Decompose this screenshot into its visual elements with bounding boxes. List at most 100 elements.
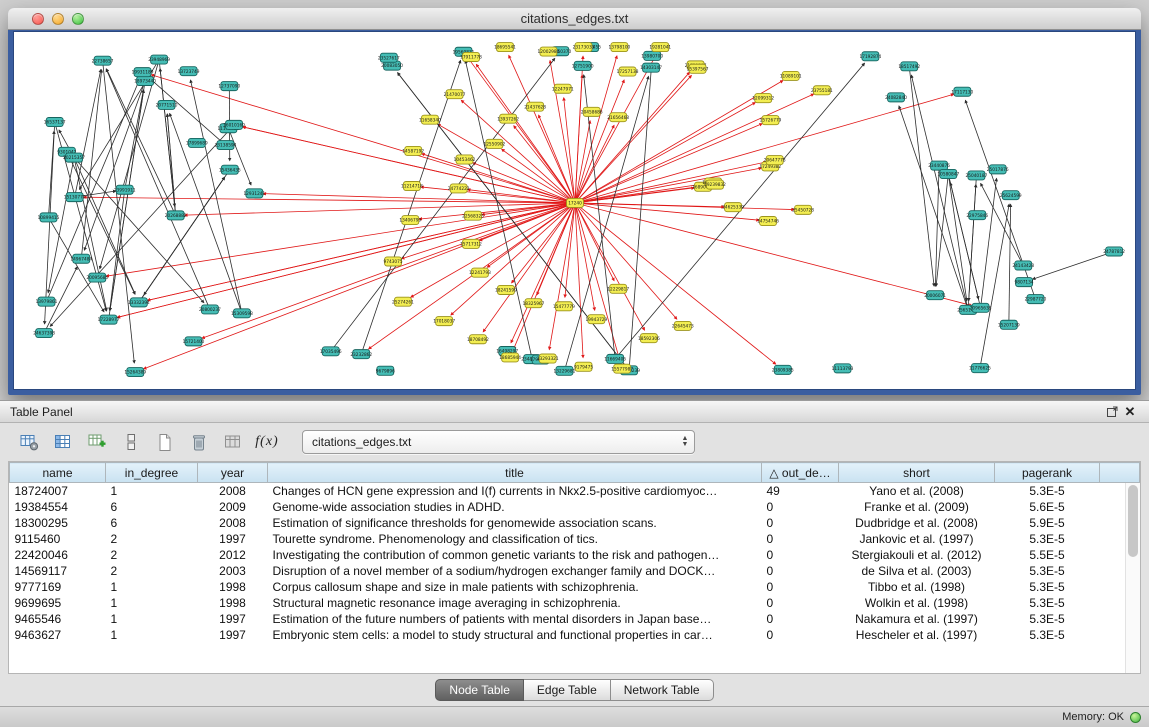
graph-node[interactable]: 21656468	[607, 113, 629, 122]
graph-node[interactable]: 18592306	[638, 334, 660, 343]
scrollbar-thumb[interactable]	[1128, 485, 1138, 557]
graph-node[interactable]: 17228977	[98, 315, 120, 324]
table-row[interactable]: 969969511998Structural magnetic resonanc…	[10, 595, 1140, 611]
graph-node[interactable]: 16010169	[223, 120, 245, 129]
graph-node[interactable]: 19943729	[585, 315, 607, 324]
table-row[interactable]: 1938455462009Genome-wide association stu…	[10, 499, 1140, 515]
graph-node[interactable]: 15130770	[64, 193, 86, 202]
graph-node[interactable]: 24625339	[722, 203, 744, 212]
graph-node[interactable]: 11658340	[419, 115, 441, 124]
rows-icon[interactable]	[118, 430, 144, 454]
graph-node[interactable]: 20965638	[970, 303, 992, 312]
graph-node[interactable]: 9807134	[1015, 278, 1034, 287]
graph-node[interactable]: 24637398	[33, 329, 55, 338]
column-header-short[interactable]: short	[839, 463, 995, 483]
graph-node[interactable]: 14967484	[70, 254, 92, 263]
graph-node[interactable]: 20006071	[924, 291, 946, 300]
graph-node[interactable]: 23173033	[573, 43, 595, 52]
graph-node[interactable]: 15577987	[611, 364, 633, 373]
graph-node[interactable]: 22987720	[1025, 295, 1047, 304]
show-columns-icon[interactable]	[50, 430, 76, 454]
graph-node[interactable]: 17257138	[617, 67, 639, 76]
graph-node[interactable]: 17899689	[186, 138, 208, 147]
graph-node[interactable]: 13723749	[178, 67, 200, 76]
table-row[interactable]: 911546021997Tourette syndrome. Phenomeno…	[10, 531, 1140, 547]
graph-node[interactable]: 25624599	[1000, 191, 1022, 200]
column-header-year[interactable]: year	[198, 463, 268, 483]
graph-node[interactable]: 22645473	[672, 321, 694, 330]
graph-node[interactable]: 23527617	[378, 53, 400, 62]
network-canvas[interactable]: 2077151013332394239919111653713715721400…	[14, 32, 1135, 389]
graph-node[interactable]: 9179475	[574, 362, 593, 371]
graph-node[interactable]: 24787812	[1103, 247, 1125, 256]
graph-node[interactable]: 15726779	[760, 116, 782, 125]
graph-node[interactable]: 12247971	[552, 84, 574, 93]
graph-node[interactable]: 18973440	[134, 76, 156, 85]
graph-node[interactable]: 17192874	[860, 52, 882, 61]
graph-node[interactable]: 18695541	[494, 43, 516, 52]
graph-node[interactable]: 10580847	[937, 169, 959, 178]
table-row[interactable]: 1456911722003Disruption of a novel membe…	[10, 563, 1140, 579]
column-header-in_degree[interactable]: in_degree	[106, 463, 198, 483]
graph-node[interactable]: 12931241	[243, 189, 265, 198]
graph-node[interactable]: 14754746	[757, 217, 779, 226]
import-table-icon[interactable]	[220, 430, 246, 454]
graph-node[interactable]: 11214718	[401, 182, 423, 191]
graph-node[interactable]: 22738657	[92, 56, 114, 65]
graph-node[interactable]: 25274261	[392, 297, 414, 306]
graph-node[interactable]: 18517492	[898, 62, 920, 71]
table-row[interactable]: 946362711997Embryonic stem cells: a mode…	[10, 627, 1140, 643]
tab-node-table[interactable]: Node Table	[435, 679, 524, 701]
table-row[interactable]: 1872400712008Changes of HCN gene express…	[10, 483, 1140, 500]
graph-node[interactable]: 13229681	[554, 366, 576, 375]
graph-node[interactable]: 13406799	[399, 216, 421, 225]
graph-node[interactable]: 21437628	[524, 102, 546, 111]
graph-node[interactable]: 20458686	[581, 107, 603, 116]
graph-node[interactable]: 17911778	[460, 52, 482, 61]
graph-node[interactable]: 17117130	[951, 87, 973, 96]
graph-node[interactable]: 13980700	[641, 51, 663, 60]
graph-node[interactable]: 9679896	[376, 366, 395, 375]
graph-node[interactable]: 23948969	[148, 55, 170, 64]
tab-network-table[interactable]: Network Table	[611, 679, 714, 701]
zoom-window-button[interactable]	[72, 13, 84, 25]
table-mode-icon[interactable]	[16, 430, 42, 454]
table-scrollbar[interactable]	[1125, 483, 1140, 673]
tab-edge-table[interactable]: Edge Table	[524, 679, 611, 701]
graph-node[interactable]: 15717312	[460, 239, 482, 248]
table-row[interactable]: 946554611997Estimation of the future num…	[10, 611, 1140, 627]
graph-node[interactable]: 13332394	[128, 298, 150, 307]
graph-node[interactable]: 14587192	[402, 146, 424, 155]
graph-node[interactable]: 11669406	[604, 354, 626, 363]
graph-node[interactable]: 15436435	[219, 165, 241, 174]
graph-node[interactable]: 12229817	[607, 284, 629, 293]
graph-node[interactable]: 10899415	[38, 213, 60, 222]
graph-node[interactable]: 20215357	[63, 153, 85, 162]
graph-node[interactable]: 22568323	[462, 211, 484, 220]
new-document-icon[interactable]	[152, 430, 178, 454]
table-selector-combo[interactable]: citations_edges.txt ▲▼	[302, 430, 695, 454]
graph-node[interactable]: 12241793	[469, 268, 491, 277]
graph-node[interactable]: 25017876	[987, 165, 1009, 174]
graph-node[interactable]: 23440876	[928, 161, 950, 170]
close-panel-icon[interactable]: ✕	[1121, 404, 1139, 420]
graph-node[interactable]: 20800237	[199, 305, 221, 314]
graph-node[interactable]: 21470077	[444, 90, 466, 99]
graph-node[interactable]: 12099312	[752, 94, 774, 103]
graph-node[interactable]: 19239832	[704, 180, 726, 189]
graph-node[interactable]: 15397567	[687, 64, 709, 73]
graph-node[interactable]: 19931189	[132, 68, 154, 77]
graph-node[interactable]: 23991911	[114, 185, 136, 194]
graph-node[interactable]: 15264389	[124, 368, 146, 377]
graph-node[interactable]: 22975846	[966, 211, 988, 220]
column-header-title[interactable]: title	[268, 463, 762, 483]
graph-node[interactable]: 18708492	[467, 335, 489, 344]
window-titlebar[interactable]: citations_edges.txt	[8, 8, 1141, 30]
graph-node[interactable]: 12751900	[572, 61, 594, 70]
table-row[interactable]: 977716911998Corpus callosum shape and si…	[10, 579, 1140, 595]
graph-node[interactable]: 25040187	[966, 171, 988, 180]
float-panel-icon[interactable]	[1103, 404, 1121, 420]
graph-node[interactable]: 20268882	[165, 211, 187, 220]
graph-node[interactable]: 20771510	[156, 100, 178, 109]
graph-node[interactable]: 23809385	[772, 365, 794, 374]
